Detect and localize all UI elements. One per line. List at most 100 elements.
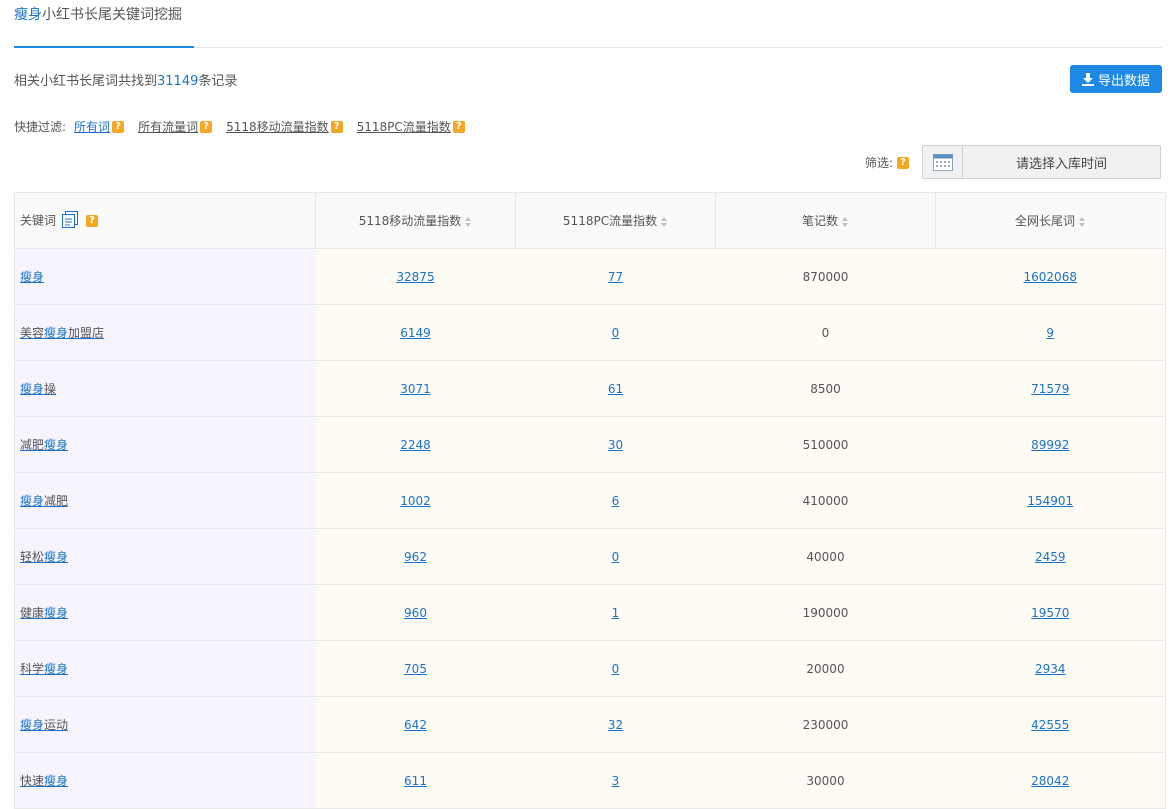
keyword-link[interactable]: 瘦身操 xyxy=(20,382,56,396)
mobile-index-cell: 611 xyxy=(315,752,516,809)
pc-index-link[interactable]: 6 xyxy=(612,494,620,508)
keyword-link[interactable]: 轻松瘦身 xyxy=(20,550,68,564)
keyword-link[interactable]: 瘦身减肥 xyxy=(20,494,68,508)
column-header-pc-index[interactable]: 5118PC流量指数 xyxy=(515,192,716,249)
mobile-index-link[interactable]: 32875 xyxy=(396,270,434,284)
sort-icon[interactable] xyxy=(842,216,849,227)
summary-suffix: 条记录 xyxy=(198,74,238,89)
pc-index-link[interactable]: 0 xyxy=(612,662,620,676)
help-icon[interactable]: ? xyxy=(452,120,465,133)
result-count: 31149 xyxy=(157,74,199,89)
table-row: 美容瘦身加盟店 6149 0 0 9 xyxy=(14,304,1166,361)
filter-all-words-link[interactable]: 所有词 xyxy=(74,118,110,135)
keyword-link[interactable]: 瘦身运动 xyxy=(20,718,68,732)
mobile-index-link[interactable]: 611 xyxy=(404,774,427,788)
longtail-link[interactable]: 89992 xyxy=(1031,438,1069,452)
filter-pc-index-link[interactable]: 5118PC流量指数 xyxy=(357,118,451,135)
sort-icon[interactable] xyxy=(661,216,668,227)
keyword-link[interactable]: 科学瘦身 xyxy=(20,662,68,676)
filter-traffic-words-link[interactable]: 所有流量词 xyxy=(138,118,198,135)
longtail-link[interactable]: 2459 xyxy=(1035,550,1066,564)
mobile-index-link[interactable]: 6149 xyxy=(400,326,431,340)
pc-index-link[interactable]: 30 xyxy=(608,438,623,452)
pc-index-cell: 0 xyxy=(515,640,716,697)
keyword-link[interactable]: 瘦身 xyxy=(20,270,44,284)
pc-index-link[interactable]: 77 xyxy=(608,270,623,284)
keyword-table: 关键词? 5118移动流量指数 5118PC流量指数 笔记数 全网长尾词 瘦身 3… xyxy=(14,192,1166,809)
notes-count: 0 xyxy=(821,325,830,340)
longtail-link[interactable]: 2934 xyxy=(1035,662,1066,676)
mobile-index-link[interactable]: 1002 xyxy=(400,494,431,508)
pc-index-link[interactable]: 3 xyxy=(612,774,620,788)
pc-index-link[interactable]: 1 xyxy=(612,606,620,620)
keyword-cell: 健康瘦身 xyxy=(14,584,316,641)
title-text: 小红书长尾关键词挖掘 xyxy=(42,7,182,23)
mobile-index-link[interactable]: 962 xyxy=(404,550,427,564)
notes-cell: 510000 xyxy=(715,416,936,473)
longtail-cell: 89992 xyxy=(935,416,1166,473)
keyword-highlight: 瘦身 xyxy=(20,494,45,508)
sort-icon[interactable] xyxy=(1079,216,1086,227)
longtail-link[interactable]: 9 xyxy=(1046,326,1054,340)
notes-cell: 20000 xyxy=(715,640,936,697)
keyword-link[interactable]: 美容瘦身加盟店 xyxy=(20,326,104,340)
keyword-prefix: 轻松 xyxy=(20,550,45,564)
help-icon[interactable]: ? xyxy=(330,120,343,133)
keyword-link[interactable]: 减肥瘦身 xyxy=(20,438,68,452)
notes-count: 510000 xyxy=(802,437,849,452)
result-summary: 相关小红书长尾词共找到31149条记录 xyxy=(14,70,237,89)
calendar-icon[interactable] xyxy=(923,146,963,178)
quick-filter-pc: 5118PC流量指数? xyxy=(357,118,465,135)
mobile-index-cell: 2248 xyxy=(315,416,516,473)
column-header-mobile-index[interactable]: 5118移动流量指数 xyxy=(315,192,516,249)
longtail-link[interactable]: 19570 xyxy=(1031,606,1069,620)
column-header-longtail[interactable]: 全网长尾词 xyxy=(935,192,1166,249)
keyword-highlight: 瘦身 xyxy=(44,774,69,788)
copy-icon[interactable] xyxy=(62,210,79,231)
download-icon xyxy=(1081,72,1094,86)
table-row: 瘦身减肥 1002 6 410000 154901 xyxy=(14,472,1166,529)
keyword-link[interactable]: 健康瘦身 xyxy=(20,606,68,620)
longtail-link[interactable]: 1602068 xyxy=(1024,270,1077,284)
pc-index-link[interactable]: 61 xyxy=(608,382,623,396)
notes-cell: 0 xyxy=(715,304,936,361)
pc-index-cell: 6 xyxy=(515,472,716,529)
mobile-index-link[interactable]: 705 xyxy=(404,662,427,676)
keyword-cell: 瘦身操 xyxy=(14,360,316,417)
keyword-link[interactable]: 快速瘦身 xyxy=(20,774,68,788)
help-icon[interactable]: ? xyxy=(200,120,213,133)
active-tab-underline xyxy=(14,46,194,48)
export-data-button[interactable]: 导出数据 xyxy=(1070,65,1162,93)
column-label: 笔记数 xyxy=(801,214,838,228)
mobile-index-link[interactable]: 2248 xyxy=(400,438,431,452)
longtail-link[interactable]: 42555 xyxy=(1031,718,1069,732)
keyword-highlight: 瘦身 xyxy=(20,718,45,732)
pc-index-link[interactable]: 0 xyxy=(612,326,620,340)
longtail-link[interactable]: 154901 xyxy=(1027,494,1073,508)
help-icon[interactable]: ? xyxy=(86,214,99,227)
mobile-index-link[interactable]: 642 xyxy=(404,718,427,732)
table-row: 瘦身 32875 77 870000 1602068 xyxy=(14,248,1166,305)
pc-index-link[interactable]: 32 xyxy=(608,718,623,732)
keyword-highlight: 瘦身 xyxy=(20,270,45,284)
longtail-cell: 154901 xyxy=(935,472,1166,529)
longtail-cell: 71579 xyxy=(935,360,1166,417)
longtail-link[interactable]: 71579 xyxy=(1031,382,1069,396)
page-header: 瘦身小红书长尾关键词挖掘 xyxy=(14,0,1162,48)
summary-prefix: 相关小红书长尾词共找到 xyxy=(14,74,158,89)
date-picker[interactable]: 请选择入库时间 xyxy=(922,145,1161,179)
column-label: 5118移动流量指数 xyxy=(358,214,462,228)
pc-index-cell: 0 xyxy=(515,304,716,361)
mobile-index-link[interactable]: 960 xyxy=(404,606,427,620)
mobile-index-link[interactable]: 3071 xyxy=(400,382,431,396)
longtail-cell: 42555 xyxy=(935,696,1166,753)
help-icon[interactable]: ? xyxy=(897,156,910,169)
help-icon[interactable]: ? xyxy=(112,120,125,133)
filter-mobile-index-link[interactable]: 5118移动流量指数 xyxy=(226,118,329,135)
longtail-link[interactable]: 28042 xyxy=(1031,774,1069,788)
pc-index-cell: 0 xyxy=(515,528,716,585)
export-label: 导出数据 xyxy=(1097,73,1150,89)
pc-index-link[interactable]: 0 xyxy=(612,550,620,564)
column-header-notes[interactable]: 笔记数 xyxy=(715,192,936,249)
sort-icon[interactable] xyxy=(465,216,472,227)
